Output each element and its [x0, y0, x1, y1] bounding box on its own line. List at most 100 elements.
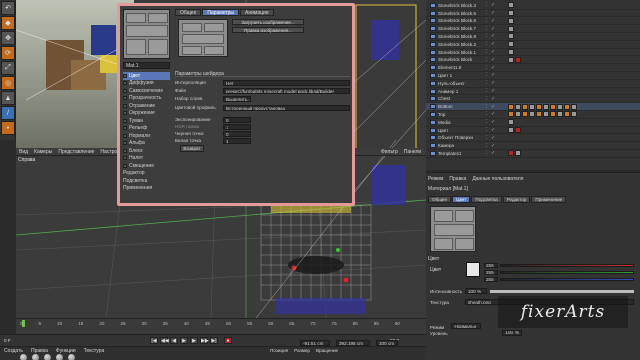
- object-row[interactable]: Цвет 1 ⁚ ✓: [426, 72, 640, 80]
- object-row[interactable]: Stonebrick Block.1 ⁚ ✓: [426, 49, 640, 57]
- color-swatch[interactable]: [466, 262, 480, 277]
- prev-frame-icon[interactable]: ◀: [170, 337, 178, 344]
- object-row[interactable]: Stonebrick Block.8 ⁚ ✓: [426, 33, 640, 41]
- next-key-icon[interactable]: ▶▶: [200, 337, 209, 344]
- brightness-slider[interactable]: [490, 289, 634, 293]
- reload-button[interactable]: Возврат: [180, 145, 204, 152]
- uvw-tag-icon[interactable]: [550, 111, 556, 118]
- object-row[interactable]: Media ⁚ ✓: [426, 119, 640, 127]
- channel-checkbox[interactable]: [123, 156, 127, 161]
- viewport-menu-panels[interactable]: Панели: [404, 149, 421, 155]
- object-name[interactable]: Stonebrick Block.2: [438, 42, 476, 47]
- viewport-menu-display[interactable]: Представление: [58, 149, 94, 155]
- texture-tag-icon[interactable]: [508, 2, 514, 9]
- material-name-field[interactable]: Mat.1: [123, 62, 170, 69]
- object-name[interactable]: Chest: [438, 96, 450, 101]
- object-name[interactable]: Template11: [438, 151, 461, 156]
- visibility-toggle-icon[interactable]: ⁚ ✓: [486, 119, 496, 125]
- texture-tag-icon[interactable]: [508, 127, 514, 134]
- blue-value[interactable]: 255: [484, 276, 498, 282]
- object-row[interactable]: Анимер 1 ⁚ ✓: [426, 88, 640, 96]
- attr-tab-editor[interactable]: Редактор: [502, 196, 531, 203]
- material-ball[interactable]: [44, 354, 51, 360]
- object-name[interactable]: Top: [438, 112, 445, 117]
- polygon-icon[interactable]: ▲: [1, 91, 15, 105]
- visibility-toggle-icon[interactable]: ⁚ ✓: [486, 150, 496, 156]
- object-row[interactable]: Stonebrick Block.5 ⁚ ✓: [426, 10, 640, 18]
- tab-parameters[interactable]: Параметры: [202, 9, 240, 16]
- material-editor-dialog[interactable]: Mat.1 Цвет Диффузия Самосвечение Прозрач…: [117, 3, 355, 206]
- channel-specular[interactable]: Блеск: [123, 147, 170, 155]
- material-ball[interactable]: [20, 354, 27, 360]
- material-tag-icon[interactable]: [508, 150, 514, 157]
- visibility-toggle-icon[interactable]: ⁚ ✓: [486, 135, 496, 141]
- coord-rotation-value[interactable]: 100 cm: [376, 340, 398, 346]
- live-select-icon[interactable]: ◎: [1, 76, 15, 90]
- mat-menu-edit[interactable]: Правка: [31, 348, 48, 354]
- channel-checkbox[interactable]: [123, 133, 127, 138]
- visibility-toggle-icon[interactable]: ⁚ ✓: [486, 18, 496, 24]
- hdr-gamma-field[interactable]: 1: [223, 123, 251, 130]
- object-row[interactable]: Top ⁚ ✓: [426, 111, 640, 119]
- red-slider-bar[interactable]: [500, 263, 634, 267]
- object-name[interactable]: Цвет 1: [438, 73, 452, 78]
- object-row[interactable]: Chest ⁚ ✓: [426, 96, 640, 104]
- red-value[interactable]: 255: [484, 262, 498, 268]
- interpolation-select[interactable]: Нет: [223, 79, 350, 86]
- coord-position-value[interactable]: -91.51 cm: [300, 340, 330, 346]
- channel-transparency[interactable]: Прозрачность: [123, 95, 170, 103]
- object-row[interactable]: Template11 ⁚ ✓: [426, 150, 640, 158]
- material-ball[interactable]: [68, 354, 75, 360]
- uvw-tag-icon[interactable]: [508, 103, 514, 110]
- channel-checkbox[interactable]: [123, 126, 127, 131]
- uvw-tag-icon[interactable]: [522, 103, 528, 110]
- visibility-toggle-icon[interactable]: ⁚ ✓: [486, 49, 496, 55]
- edge-icon[interactable]: /: [1, 106, 15, 120]
- visibility-toggle-icon[interactable]: ⁚ ✓: [486, 80, 496, 86]
- channel-environment[interactable]: Окружение: [123, 110, 170, 118]
- attr-tab-illumination[interactable]: Подсветка: [471, 196, 502, 203]
- play-icon[interactable]: ▶: [180, 337, 188, 344]
- visibility-toggle-icon[interactable]: ⁚ ✓: [486, 72, 496, 78]
- texture-tag-icon[interactable]: [529, 103, 535, 110]
- slider-green[interactable]: 255: [484, 269, 634, 275]
- texture-tag-icon[interactable]: [508, 56, 514, 63]
- uvw-tag-icon[interactable]: [508, 111, 514, 118]
- object-name[interactable]: Stonebrick Block.6: [438, 18, 476, 23]
- texture-tag-icon[interactable]: [515, 150, 521, 157]
- texture-thumbnail[interactable]: [178, 19, 228, 57]
- slider-blue[interactable]: 255: [484, 276, 634, 282]
- object-name[interactable]: Объект Поверхн: [438, 135, 473, 140]
- object-name[interactable]: Stonebrick Block.5: [438, 11, 476, 16]
- mode-select[interactable]: Нормальн: [451, 323, 482, 329]
- channel-checkbox[interactable]: [123, 88, 127, 93]
- tab-basic[interactable]: Общее: [175, 9, 202, 16]
- texture-tag-icon[interactable]: [508, 17, 514, 24]
- texture-tag-icon[interactable]: [508, 41, 514, 48]
- object-name[interactable]: Bottom: [438, 104, 453, 109]
- mat-menu-texture[interactable]: Текстура: [84, 348, 105, 354]
- object-row[interactable]: Нуль-объект ⁚ ✓: [426, 80, 640, 88]
- first-frame-icon[interactable]: |◀: [150, 337, 158, 344]
- viewport-menu-filter[interactable]: Фильтр: [381, 149, 398, 155]
- layer-set-button[interactable]: Выделить...: [223, 95, 251, 102]
- point-icon[interactable]: •: [1, 121, 15, 135]
- channel-editor[interactable]: Редактор: [123, 170, 170, 178]
- visibility-toggle-icon[interactable]: ⁚ ✓: [486, 96, 496, 102]
- material-ball[interactable]: [56, 354, 63, 360]
- cube-icon[interactable]: ◆: [1, 16, 15, 30]
- undo-icon[interactable]: ↶: [1, 1, 15, 15]
- channel-reflection[interactable]: Отражение: [123, 102, 170, 110]
- visibility-toggle-icon[interactable]: ⁚ ✓: [486, 111, 496, 117]
- object-row[interactable]: Stonebrick Block.6 ⁚ ✓: [426, 17, 640, 26]
- scale-icon[interactable]: ⤢: [1, 61, 15, 75]
- object-name[interactable]: Цвет: [438, 128, 448, 133]
- attr-menu-mode[interactable]: Режим: [428, 176, 443, 182]
- channel-checkbox[interactable]: [123, 141, 127, 146]
- uvw-tag-icon[interactable]: [564, 111, 570, 118]
- green-value[interactable]: 255: [484, 269, 498, 275]
- channel-checkbox[interactable]: [123, 111, 127, 116]
- uvw-tag-icon[interactable]: [536, 111, 542, 118]
- texture-tag-icon[interactable]: [529, 111, 535, 118]
- material-ball[interactable]: [32, 354, 39, 360]
